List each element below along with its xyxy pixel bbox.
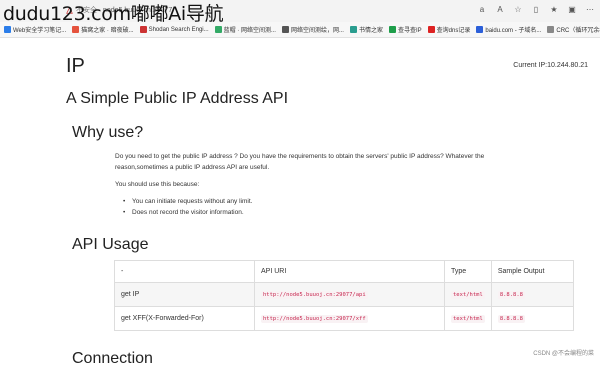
bookmark-favicon [72,26,80,33]
table-header-cell: API URI [254,260,445,283]
why-use-paragraph: Do you need to get the public IP address… [115,153,485,171]
split-icon[interactable]: ▯ [530,4,542,16]
connection-heading: Connection [72,350,153,367]
table-cell: text/html [444,282,492,307]
type-code: text/html [451,291,485,299]
bookmark-item[interactable]: 查询dns记录 [427,25,471,34]
csdn-watermark: CSDN @不会编程的菜 [533,351,594,357]
bookmark-label: 查寻查IP [398,28,422,34]
list-item: Does not record the visitor information. [123,207,252,218]
bookmark-favicon [139,26,147,33]
api-uri-code[interactable]: http://node5.buuoj.cn:29077/api [261,291,368,299]
sample-output-code: 8.8.8.8 [497,315,525,323]
favorites-icon[interactable]: ★ [548,4,560,16]
table-header-cell: Sample Output [490,260,575,283]
bookmark-favicon [349,26,357,33]
bookmark-item[interactable]: baidu.com - 子域名... [476,25,541,34]
table-cell: get IP [114,282,255,307]
table-row: get XFF(X-Forwarded-For) http://node5.bu… [114,306,575,331]
bookmark-favicon [427,26,435,33]
bookmark-favicon [476,26,484,33]
collections-icon[interactable]: ▣ [566,4,578,16]
bookmark-item[interactable]: CRC（循环冗余校... [547,25,600,34]
translate-icon[interactable]: A [494,4,506,16]
table-cell: 8.8.8.8 [490,306,575,331]
why-use-heading: Why use? [72,124,144,141]
table-row: get IP http://node5.buuoj.cn:29077/api t… [114,282,575,307]
table-cell: http://node5.buuoj.cn:29077/xff [254,306,445,331]
table-header-row: - API URI Type Sample Output [114,260,575,283]
bookmark-item[interactable]: 查寻查IP [389,25,422,34]
reader-icon[interactable]: a [476,4,488,16]
bookmark-label: baidu.com - 子域名... [485,28,542,34]
more-icon[interactable]: ⋯ [584,4,596,16]
bookmark-label: 蓝帽 · 网络空间测... [223,28,276,34]
bookmark-favicon [547,26,555,33]
table-cell: 8.8.8.8 [490,282,575,307]
star-icon[interactable]: ☆ [512,4,524,16]
reasons-list: You can initiate requests without any li… [123,196,252,218]
table-cell: http://node5.buuoj.cn:29077/api [254,282,445,307]
toolbar-icons: a A ☆ ▯ ★ ▣ ⋯ [476,4,596,16]
bookmark-label: Shodan Search Engi... [148,26,209,33]
bookmark-favicon [389,26,396,33]
browser-toolbar: 不安全 node5.buuoj.cn:29077 a A ☆ ▯ ★ ▣ ⋯ du… [0,0,600,25]
bookmark-label: CRC（循环冗余校... [556,28,600,34]
bookmark-item[interactable]: Shodan Search Engi... [139,26,209,33]
list-item: You can initiate requests without any li… [123,196,252,207]
table-header-cell: Type [444,260,492,283]
bookmark-label: 网络空间测绘，网... [290,28,344,34]
bookmark-item[interactable]: 书情之家 [349,25,383,34]
sample-output-code: 8.8.8.8 [497,291,525,299]
table-cell: text/html [444,306,492,331]
page-title: IP [66,55,85,77]
page-subtitle: A Simple Public IP Address API [66,90,289,107]
bookmark-favicon [281,26,289,33]
type-code: text/html [451,315,485,323]
should-use-text: You should use this because: [115,181,200,188]
current-ip-text: Current IP:10.244.80.21 [513,62,588,69]
bookmarks-bar: Web安全学习笔记... 猫窝之家 · 暗夜破... Shodan Search… [0,22,600,38]
bookmark-favicon [4,26,11,33]
api-usage-heading: API Usage [72,236,149,253]
table-cell: get XFF(X-Forwarded-For) [114,306,255,331]
bookmark-label: 书情之家 [358,28,383,34]
bookmark-item[interactable]: 猫窝之家 · 暗夜破... [72,25,134,34]
api-uri-code[interactable]: http://node5.buuoj.cn:29077/xff [261,315,368,323]
table-header-cell: - [114,260,255,283]
bookmark-label: 猫窝之家 · 暗夜破... [81,28,134,34]
api-table: - API URI Type Sample Output get IP http… [114,260,575,331]
bookmark-item[interactable]: 网络空间测绘，网... [281,25,344,34]
bookmark-label: 查询dns记录 [436,28,471,34]
bookmark-favicon [214,26,222,33]
bookmark-item[interactable]: Web安全学习笔记... [4,25,66,34]
bookmark-label: Web安全学习笔记... [13,28,67,34]
bookmark-item[interactable]: 蓝帽 · 网络空间测... [214,25,276,34]
